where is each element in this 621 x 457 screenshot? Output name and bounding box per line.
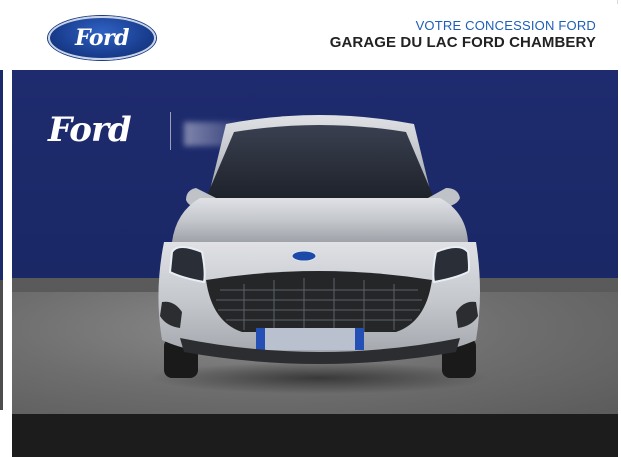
left-edge-gray-strip (0, 280, 3, 410)
left-edge-navy-strip (0, 70, 3, 280)
dealer-name: GARAGE DU LAC FORD CHAMBERY (329, 34, 596, 51)
plate-region-band (355, 328, 364, 350)
dealer-header: Ford VOTRE CONCESSION FORD GARAGE DU LAC… (12, 4, 618, 71)
wall-ford-logo: Ford (48, 110, 132, 150)
dealer-tagline: VOTRE CONCESSION FORD (415, 18, 596, 33)
vehicle-photo[interactable]: Ford (12, 70, 618, 414)
ford-logo-text: Ford (74, 25, 130, 51)
ford-grille-badge (291, 250, 317, 262)
ford-logo[interactable]: Ford (48, 16, 156, 60)
car-shadow (149, 362, 489, 394)
car-hood (172, 198, 468, 242)
vehicle-listing-card[interactable]: Ford VOTRE CONCESSION FORD GARAGE DU LAC… (12, 4, 618, 457)
left-page-edge (0, 0, 6, 457)
windshield (206, 125, 434, 198)
blurred-license-plate (256, 328, 364, 350)
ford-kuga-car (149, 115, 489, 394)
front-grille (206, 271, 432, 332)
plate-eu-band (256, 328, 265, 350)
bottom-dark-bar (12, 414, 618, 457)
